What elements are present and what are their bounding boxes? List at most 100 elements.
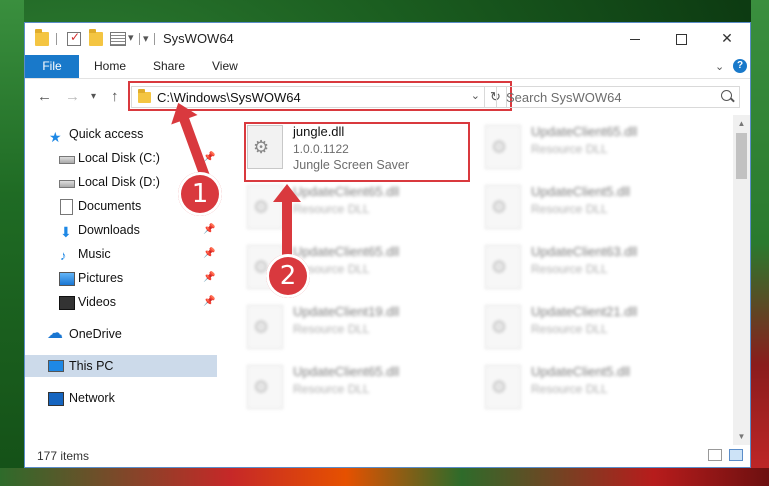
file-item[interactable]: ⚙ UpdateClient21.dll Resource DLL xyxy=(485,301,715,359)
tab-view[interactable]: View xyxy=(212,55,238,78)
up-arrow-icon[interactable]: ↑ xyxy=(111,88,119,105)
dll-file-icon: ⚙ xyxy=(485,125,521,169)
properties-icon[interactable] xyxy=(67,30,81,46)
network-icon xyxy=(48,392,64,406)
ribbon-tabs: File Home Share View ⌄ ? xyxy=(25,55,750,79)
nav-item-label: Music xyxy=(78,247,111,261)
recent-locations-chevron-icon[interactable]: ▾ xyxy=(91,91,96,102)
file-item[interactable]: ⚙ UpdateClient65.dll Resource DLL xyxy=(485,121,715,179)
file-description: Resource DLL xyxy=(293,322,370,336)
pin-icon[interactable]: 📌 xyxy=(203,243,215,265)
navigation-pane: ★ Quick access Local Disk (C:) 📌 Local D… xyxy=(25,115,217,445)
nav-item-label: This PC xyxy=(69,359,114,373)
folder-icon xyxy=(35,29,49,46)
nav-item-label: Pictures xyxy=(78,271,124,285)
pictures-icon xyxy=(59,272,75,286)
expand-ribbon-icon[interactable]: ⌄ xyxy=(715,60,724,73)
file-item[interactable]: ⚙ UpdateClient5.dll Resource DLL xyxy=(485,361,715,419)
new-folder-icon[interactable] xyxy=(89,29,103,46)
file-description: Resource DLL xyxy=(531,262,608,276)
nav-item-local-disk-c[interactable]: Local Disk (C:) 📌 xyxy=(25,147,217,169)
quick-access-dropdown-icon[interactable]: ▾ xyxy=(143,32,149,45)
toolbar-separator xyxy=(139,33,140,45)
dll-file-icon: ⚙ xyxy=(485,305,521,349)
details-view-icon[interactable] xyxy=(708,449,722,461)
step-1-badge: 1 xyxy=(178,172,222,216)
tab-share[interactable]: Share xyxy=(153,55,185,78)
nav-item-downloads[interactable]: ⬇ Downloads 📌 xyxy=(25,219,217,241)
nav-item-label: Local Disk (D:) xyxy=(78,175,160,189)
nav-item-music[interactable]: ♪ Music 📌 xyxy=(25,243,217,265)
maximize-button[interactable] xyxy=(658,23,704,53)
nav-item-label: Documents xyxy=(78,199,142,213)
file-name: UpdateClient65.dll xyxy=(293,184,400,199)
file-item[interactable]: ⚙ UpdateClient65.dll Resource DLL xyxy=(247,361,477,419)
customize-toolbar-icon[interactable] xyxy=(110,32,126,46)
vertical-scrollbar[interactable]: ▲ ▼ xyxy=(733,115,750,445)
tab-home[interactable]: Home xyxy=(94,55,126,78)
dll-file-icon: ⚙ xyxy=(247,305,283,349)
file-item[interactable]: ⚙ UpdateClient63.dll Resource DLL xyxy=(485,241,715,299)
dll-file-icon: ⚙ xyxy=(485,365,521,409)
toolbar-separator xyxy=(154,33,155,45)
pin-icon[interactable]: 📌 xyxy=(203,267,215,289)
file-highlight-box xyxy=(244,122,470,182)
nav-item-pictures[interactable]: Pictures 📌 xyxy=(25,267,217,289)
file-name: UpdateClient19.dll xyxy=(293,304,400,319)
title-bar: ▾ ▾ SysWOW64 ✕ xyxy=(25,23,750,55)
back-arrow-icon[interactable]: ← xyxy=(37,88,52,105)
file-name: UpdateClient63.dll xyxy=(531,244,638,259)
status-bar: 177 items xyxy=(25,445,750,467)
minimize-button[interactable] xyxy=(612,23,658,53)
arrow-to-file-icon xyxy=(273,184,301,256)
search-icon[interactable] xyxy=(721,90,732,101)
chevron-down-icon[interactable]: ▾ xyxy=(128,31,134,44)
file-explorer-window: ▾ ▾ SysWOW64 ✕ File Home Share View ⌄ ? … xyxy=(24,22,751,468)
nav-item-onedrive[interactable]: ☁ OneDrive xyxy=(25,323,217,345)
file-item[interactable]: ⚙ UpdateClient19.dll Resource DLL xyxy=(247,301,477,359)
nav-item-label: Downloads xyxy=(78,223,140,237)
nav-item-videos[interactable]: Videos 📌 xyxy=(25,291,217,313)
window-title: SysWOW64 xyxy=(163,31,234,46)
file-name: UpdateClient65.dll xyxy=(293,244,400,259)
nav-item-label: OneDrive xyxy=(69,327,122,341)
file-item[interactable]: ⚙ UpdateClient5.dll Resource DLL xyxy=(485,181,715,239)
nav-item-label: Quick access xyxy=(69,127,144,141)
dll-file-icon: ⚙ xyxy=(247,365,283,409)
forward-arrow-icon[interactable]: → xyxy=(65,88,80,105)
drive-icon xyxy=(59,156,75,164)
file-description: Resource DLL xyxy=(531,382,608,396)
file-description: Resource DLL xyxy=(293,382,370,396)
nav-item-this-pc[interactable]: This PC xyxy=(25,355,217,377)
documents-icon xyxy=(60,199,73,215)
file-description: Resource DLL xyxy=(531,202,608,216)
help-icon[interactable]: ? xyxy=(733,59,747,73)
star-icon: ★ xyxy=(49,129,62,145)
downloads-icon: ⬇ xyxy=(60,224,72,240)
scroll-thumb[interactable] xyxy=(736,133,747,179)
pin-icon[interactable]: 📌 xyxy=(203,291,215,313)
tab-file[interactable]: File xyxy=(25,55,79,78)
dll-file-icon: ⚙ xyxy=(485,185,521,229)
search-input[interactable]: Search SysWOW64 xyxy=(506,90,622,105)
videos-icon xyxy=(59,296,75,310)
nav-item-label: Local Disk (C:) xyxy=(78,151,160,165)
file-description: Resource DLL xyxy=(293,202,370,216)
desktop-background-bottom xyxy=(0,468,769,486)
file-name: UpdateClient5.dll xyxy=(531,364,631,379)
nav-item-network[interactable]: Network xyxy=(25,387,217,409)
scroll-down-icon[interactable]: ▼ xyxy=(733,428,750,445)
file-name: UpdateClient5.dll xyxy=(531,184,631,199)
search-box[interactable]: Search SysWOW64 xyxy=(496,86,740,108)
item-count: 177 items xyxy=(37,449,90,463)
pin-icon[interactable]: 📌 xyxy=(203,219,215,241)
close-button[interactable]: ✕ xyxy=(704,23,750,53)
toolbar-separator xyxy=(56,33,57,45)
large-icons-view-icon[interactable] xyxy=(729,449,743,461)
drive-icon xyxy=(59,180,75,188)
nav-item-label: Videos xyxy=(78,295,116,309)
dll-file-icon: ⚙ xyxy=(485,245,521,289)
desktop-background-left xyxy=(0,0,24,486)
file-name: UpdateClient21.dll xyxy=(531,304,638,319)
scroll-up-icon[interactable]: ▲ xyxy=(733,115,750,132)
